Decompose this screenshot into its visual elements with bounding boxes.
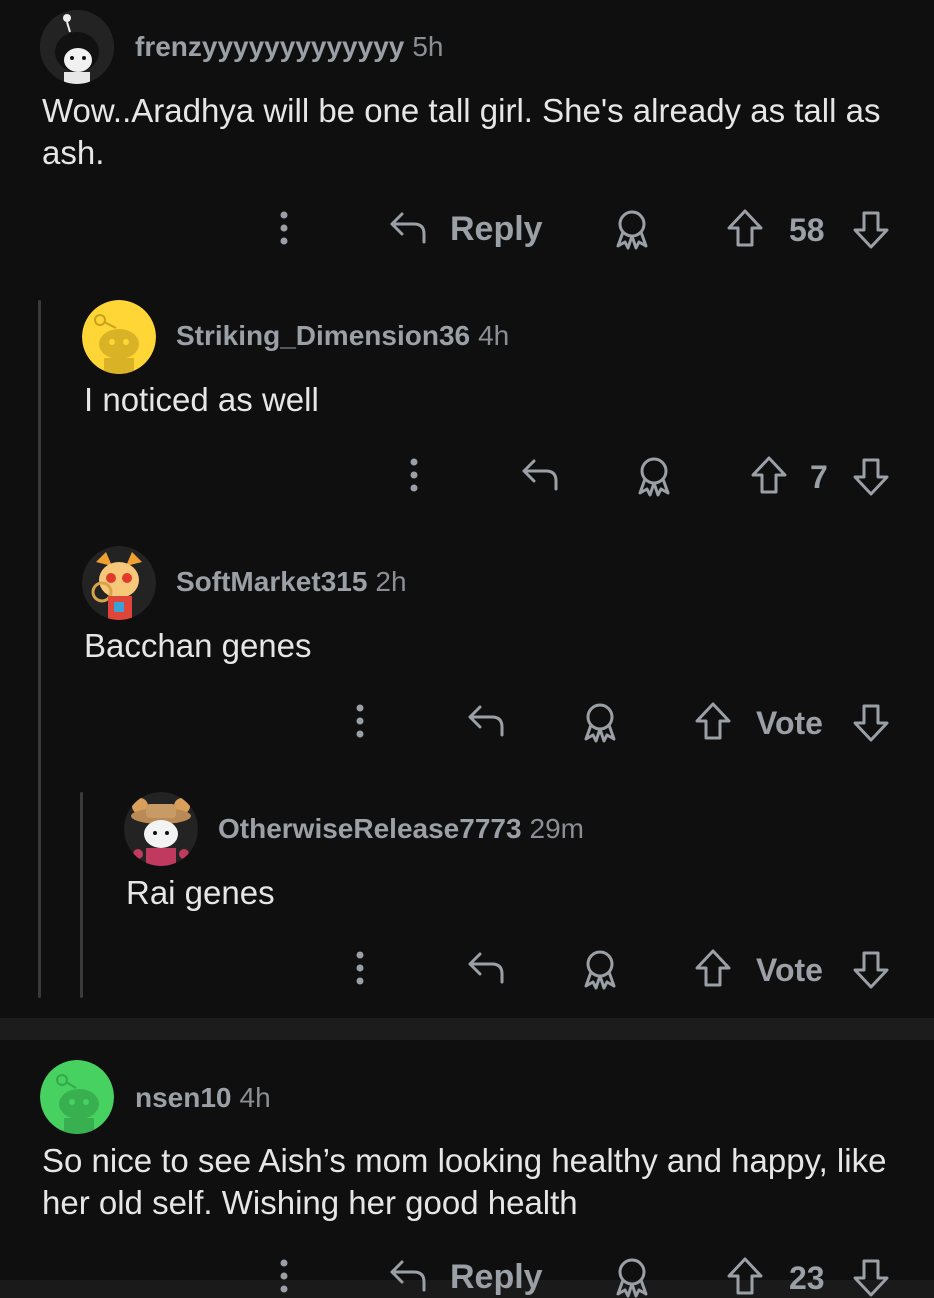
username[interactable]: SoftMarket315 bbox=[176, 566, 367, 597]
award-icon[interactable] bbox=[612, 208, 652, 250]
thread-line[interactable] bbox=[38, 300, 41, 998]
vote-count: 58 bbox=[789, 212, 825, 248]
timestamp: 5h bbox=[412, 31, 444, 62]
downvote-icon[interactable] bbox=[852, 210, 890, 250]
thread-separator bbox=[0, 1018, 934, 1040]
upvote-icon[interactable] bbox=[726, 208, 764, 248]
username[interactable]: nsen10 bbox=[135, 1082, 232, 1113]
avatar[interactable] bbox=[82, 546, 156, 620]
comment-body: Rai genes bbox=[126, 874, 275, 911]
thread-line[interactable] bbox=[80, 792, 83, 998]
award-icon[interactable] bbox=[580, 701, 620, 743]
vote-count: 7 bbox=[810, 459, 828, 495]
username[interactable]: OtherwiseRelease7773 bbox=[218, 813, 522, 844]
vote-label: Vote bbox=[756, 952, 823, 988]
timestamp: 29m bbox=[529, 813, 584, 844]
comment-meta: OtherwiseRelease7773 29m bbox=[218, 813, 584, 845]
avatar[interactable] bbox=[124, 792, 198, 866]
comment-meta: SoftMarket315 2h bbox=[176, 566, 407, 598]
upvote-icon[interactable] bbox=[750, 455, 788, 495]
more-vertical-icon[interactable] bbox=[270, 1256, 298, 1296]
more-vertical-icon[interactable] bbox=[400, 455, 428, 495]
more-vertical-icon[interactable] bbox=[270, 208, 298, 248]
upvote-icon[interactable] bbox=[694, 701, 732, 741]
reply-arrow-icon[interactable] bbox=[520, 457, 560, 493]
reply-button[interactable]: Reply bbox=[450, 210, 543, 249]
username[interactable]: frenzyyyyyyyyyyyyy bbox=[135, 31, 404, 62]
reply-arrow-icon[interactable] bbox=[388, 1258, 428, 1294]
award-icon[interactable] bbox=[612, 1256, 652, 1298]
vote-count: 23 bbox=[789, 1260, 825, 1296]
avatar[interactable] bbox=[40, 1060, 114, 1134]
award-icon[interactable] bbox=[634, 455, 674, 497]
reply-arrow-icon[interactable] bbox=[388, 210, 428, 246]
downvote-icon[interactable] bbox=[852, 703, 890, 743]
avatar[interactable] bbox=[82, 300, 156, 374]
reply-button[interactable]: Reply bbox=[450, 1258, 543, 1297]
vote-label: Vote bbox=[756, 705, 823, 741]
more-vertical-icon[interactable] bbox=[346, 701, 374, 741]
downvote-icon[interactable] bbox=[852, 1258, 890, 1298]
comment-meta: nsen10 4h bbox=[135, 1082, 271, 1114]
comment-meta: Striking_Dimension36 4h bbox=[176, 320, 509, 352]
timestamp: 2h bbox=[375, 566, 407, 597]
comment-body: I noticed as well bbox=[84, 381, 319, 418]
more-vertical-icon[interactable] bbox=[346, 948, 374, 988]
comment-body: Bacchan genes bbox=[84, 627, 312, 664]
timestamp: 4h bbox=[478, 320, 510, 351]
comment-body: Wow..Aradhya will be one tall girl. She'… bbox=[42, 92, 881, 171]
upvote-icon[interactable] bbox=[694, 948, 732, 988]
comment-meta: frenzyyyyyyyyyyyyy 5h bbox=[135, 31, 444, 63]
avatar[interactable] bbox=[40, 10, 114, 84]
downvote-icon[interactable] bbox=[852, 950, 890, 990]
reply-arrow-icon[interactable] bbox=[466, 703, 506, 739]
comment-body: So nice to see Aish’s mom looking health… bbox=[42, 1142, 887, 1221]
award-icon[interactable] bbox=[580, 948, 620, 990]
reply-arrow-icon[interactable] bbox=[466, 950, 506, 986]
timestamp: 4h bbox=[239, 1082, 271, 1113]
upvote-icon[interactable] bbox=[726, 1256, 764, 1296]
username[interactable]: Striking_Dimension36 bbox=[176, 320, 470, 351]
downvote-icon[interactable] bbox=[852, 457, 890, 497]
